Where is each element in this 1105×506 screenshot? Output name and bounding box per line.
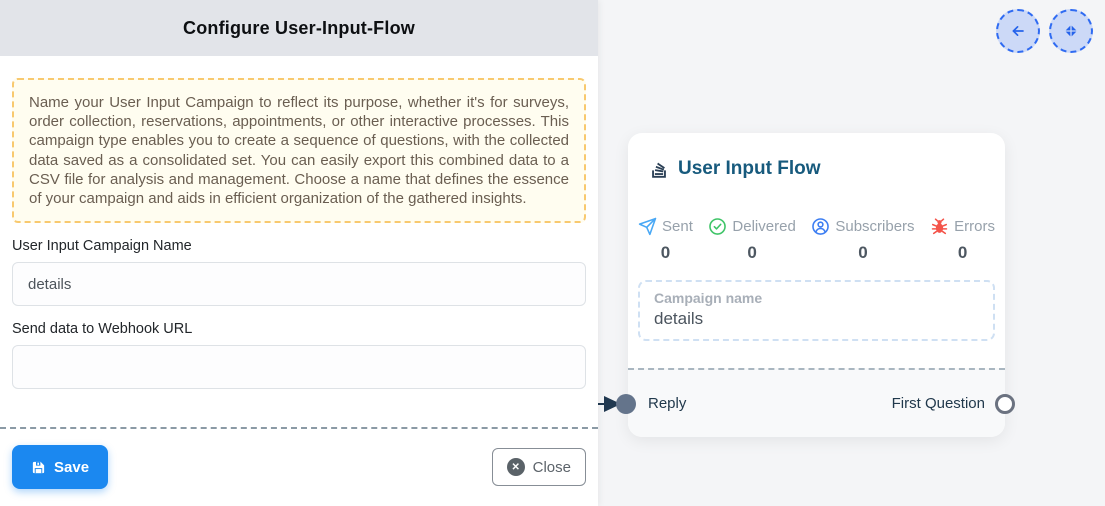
node-title-row: User Input Flow [628,133,1005,180]
stack-icon [648,158,670,180]
user-circle-icon [811,217,830,236]
campaign-name-display-value: details [654,309,979,329]
campaign-name-display: Campaign name details [638,280,995,341]
stat-subscribers-label: Subscribers [835,218,914,235]
reply-label: Reply [648,395,686,412]
dialog-footer: Save ✕ Close [0,427,598,506]
back-button[interactable] [996,9,1040,53]
first-question-handle[interactable] [995,394,1015,414]
close-circle-icon: ✕ [507,458,525,476]
flow-canvas[interactable]: User Input Flow Sent 0 [598,0,1105,506]
node-title: User Input Flow [678,158,821,180]
fit-view-button[interactable] [1049,9,1093,53]
webhook-url-input[interactable] [12,345,586,389]
stat-sent: Sent 0 [638,217,693,263]
check-circle-icon [708,217,727,236]
campaign-name-label: User Input Campaign Name [12,238,586,254]
user-input-flow-node[interactable]: User Input Flow Sent 0 [628,133,1005,437]
stat-subscribers: Subscribers 0 [811,217,914,263]
close-button[interactable]: ✕ Close [492,448,586,486]
save-button[interactable]: Save [12,445,108,489]
node-footer: Reply First Question [628,368,1005,437]
stat-sent-value: 0 [661,243,670,263]
stat-errors-label: Errors [954,218,995,235]
campaign-name-input[interactable] [12,262,586,306]
campaign-name-display-label: Campaign name [654,290,979,306]
node-stats-row: Sent 0 Delivered 0 [628,217,1005,263]
stat-sent-label: Sent [662,218,693,235]
canvas-toolbar [996,9,1093,53]
app-window: Configure User-Input-Flow Name your User… [0,0,1105,506]
stat-subscribers-value: 0 [858,243,867,263]
info-note: Name your User Input Campaign to reflect… [12,78,586,223]
reply-handle[interactable] [616,394,636,414]
fit-view-icon [1063,23,1079,39]
configure-dialog: Configure User-Input-Flow Name your User… [0,0,598,506]
close-button-label: Close [533,459,571,476]
stat-delivered-value: 0 [747,243,756,263]
stat-errors: Errors 0 [930,217,995,263]
first-question-label: First Question [892,395,985,412]
dialog-header: Configure User-Input-Flow [0,0,598,56]
dialog-title: Configure User-Input-Flow [183,18,415,39]
save-floppy-icon [31,460,46,475]
bug-icon [930,217,949,236]
save-button-label: Save [54,459,89,476]
stat-delivered-label: Delivered [732,218,795,235]
stat-delivered: Delivered 0 [708,217,795,263]
dialog-body: Name your User Input Campaign to reflect… [0,78,598,389]
paper-plane-icon [638,217,657,236]
webhook-url-label: Send data to Webhook URL [12,321,586,337]
back-arrow-icon [1008,21,1028,41]
stat-errors-value: 0 [958,243,967,263]
